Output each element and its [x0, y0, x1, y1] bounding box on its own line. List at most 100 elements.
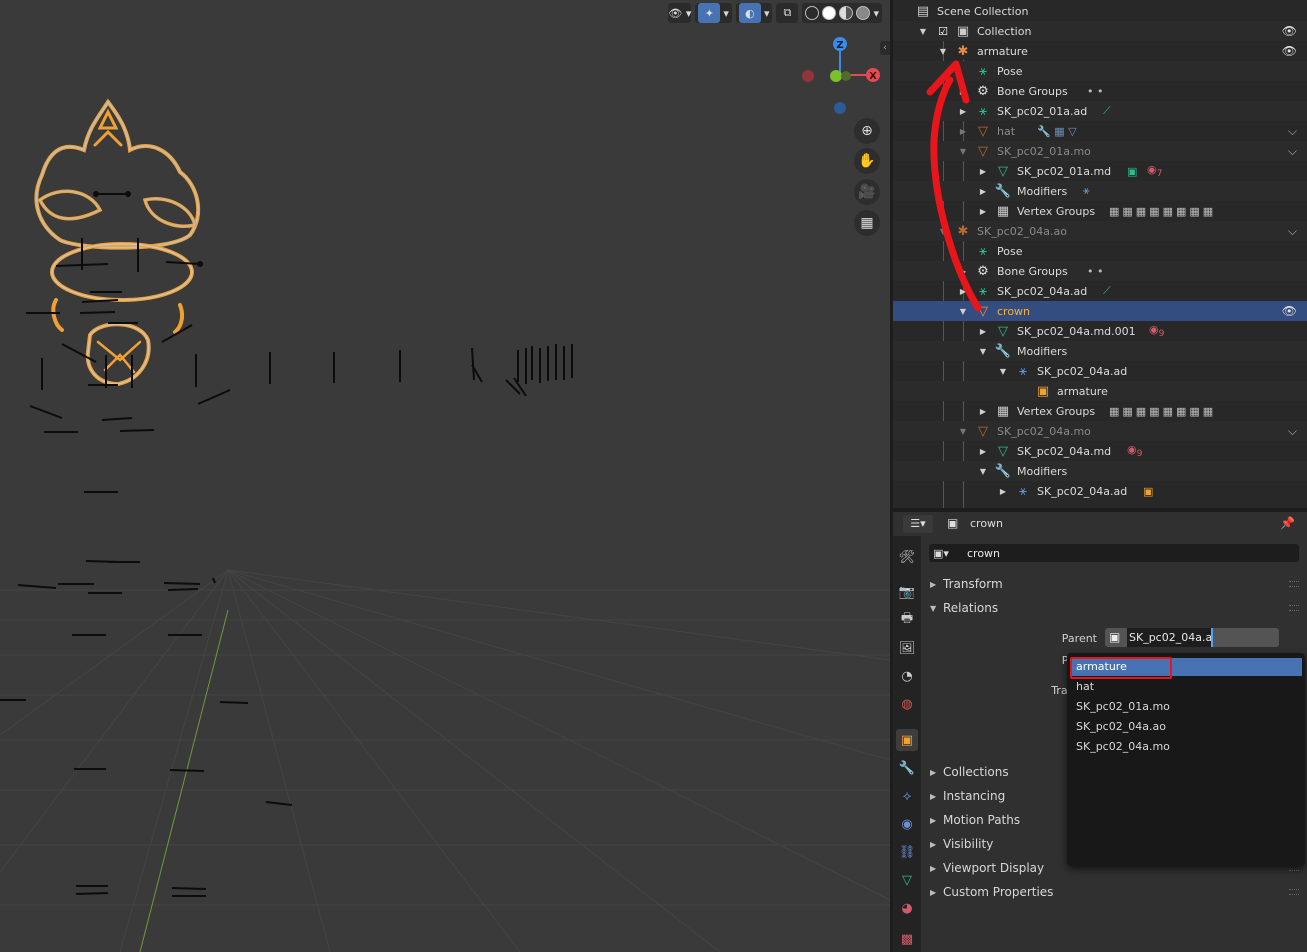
outliner-row-armature[interactable]: ▼ ✱ armature 👁	[893, 41, 1307, 61]
dropdown-option-sk-pc02-04a-ao[interactable]: SK_pc02_04a.ao	[1070, 718, 1302, 736]
expand-triangle-icon[interactable]: ▶	[957, 127, 969, 136]
dropdown-option-hat[interactable]: hat	[1070, 678, 1302, 696]
overlay-icon[interactable]: ◐	[738, 3, 761, 23]
outliner-row-sk-pc02-04a-md[interactable]: ▶ ▽ SK_pc02_04a.md ◉9	[893, 441, 1307, 461]
outliner-row-vertex-groups[interactable]: ▶ ▦ Vertex Groups ▦▦▦▦▦▦▦▦	[893, 401, 1307, 421]
outliner-row-armature-modifier[interactable]: ▼ ⚹ SK_pc02_04a.ad	[893, 361, 1307, 381]
render-tab-icon[interactable]: 📷	[896, 581, 918, 603]
material-shading-icon[interactable]	[839, 6, 854, 20]
parent-search-input[interactable]: SK_pc02_04a.ao	[1127, 628, 1213, 647]
outliner-row-bone-groups[interactable]: ▶ ⚙ Bone Groups • •	[893, 81, 1307, 101]
camera-icon[interactable]: 🎥	[854, 179, 880, 205]
object-tab-icon[interactable]: ▣	[896, 729, 918, 751]
modifier-tab-icon[interactable]: 🔧	[896, 757, 918, 779]
scene-tab-icon[interactable]: ◔	[896, 665, 918, 687]
panel-transform[interactable]: ▶ Transform	[921, 573, 1307, 595]
view-layer-tab-icon[interactable]: 🖼	[896, 637, 918, 659]
ortho-grid-icon[interactable]: ▦	[854, 210, 880, 236]
expand-triangle-icon[interactable]: ▶	[977, 447, 989, 456]
outliner-row-modifiers[interactable]: ▶ 🔧 Modifiers ⚹	[893, 181, 1307, 201]
expand-triangle-icon[interactable]: ▶	[997, 487, 1009, 496]
parent-field[interactable]: ▣ SK_pc02_04a.ao	[1105, 628, 1279, 647]
constraints-tab-icon[interactable]: ⛓	[896, 841, 918, 863]
outliner-row-sk-pc02-04a-md-001[interactable]: ▶ ▽ SK_pc02_04a.md.001 ◉9	[893, 321, 1307, 341]
expand-triangle-icon[interactable]: ▼	[957, 427, 969, 436]
drag-grip-icon[interactable]	[1289, 581, 1299, 587]
pan-hand-icon[interactable]: ✋	[854, 148, 880, 174]
editor-type-icon[interactable]: ☰▾	[903, 515, 933, 533]
outliner-row-sk-pc02-04a-ao[interactable]: ▼ ✱ SK_pc02_04a.ao ⌵	[893, 221, 1307, 241]
chevron-down-icon[interactable]: ⌵	[1288, 144, 1297, 159]
expand-triangle-icon[interactable]: ▶	[957, 267, 969, 276]
expand-triangle-icon[interactable]: ▶	[977, 407, 989, 416]
outliner-row-vertex-groups[interactable]: ▶ ▦ Vertex Groups ▦▦▦▦▦▦▦▦	[893, 201, 1307, 221]
expand-triangle-icon[interactable]: ▼	[957, 147, 969, 156]
sidebar-toggle-icon[interactable]: ‹	[880, 41, 890, 55]
wireframe-shading-icon[interactable]	[805, 6, 820, 20]
expand-triangle-icon[interactable]: ▼	[937, 47, 949, 56]
outliner-row-modifiers[interactable]: ▼ 🔧 Modifiers	[893, 461, 1307, 481]
outliner[interactable]: ▤ Scene Collection ▼ ☑ ▣ Collection 👁 ▼ …	[893, 0, 1307, 508]
dropdown-option-armature[interactable]: armature	[1070, 657, 1302, 679]
drag-grip-icon[interactable]	[1289, 605, 1299, 611]
expand-triangle-icon[interactable]: ▶	[977, 167, 989, 176]
parent-dropdown-menu[interactable]: armature hat SK_pc02_01a.mo SK_pc02_04a.…	[1067, 653, 1305, 866]
outliner-row-armature-target[interactable]: ▣ armature	[893, 381, 1307, 401]
eye-icon[interactable]: 👁	[1282, 44, 1297, 58]
particles-tab-icon[interactable]: ⟡	[896, 785, 918, 807]
checkbox-icon[interactable]: ☑	[935, 23, 951, 39]
solid-shading-icon[interactable]	[822, 6, 837, 20]
orientation-gizmo[interactable]: Z X	[802, 37, 880, 114]
view-object-types-icon[interactable]: 👁 ▾	[668, 3, 692, 23]
data-tab-icon[interactable]: ▽	[896, 869, 918, 891]
expand-triangle-icon[interactable]: ▶	[957, 87, 969, 96]
chevron-down-icon[interactable]: ▾	[873, 7, 879, 20]
expand-triangle-icon[interactable]: ▶	[977, 187, 989, 196]
zoom-icon[interactable]: ⊕	[854, 118, 880, 144]
outliner-row-crown[interactable]: ▼ ▽ crown 👁	[893, 301, 1307, 321]
outliner-row-pose[interactable]: ⚹ Pose	[893, 61, 1307, 81]
gizmo-icon[interactable]: ✦	[698, 3, 721, 23]
dropdown-option-sk-pc02-04a-mo[interactable]: SK_pc02_04a.mo	[1070, 738, 1302, 756]
outliner-row-sk-pc02-01a-ad[interactable]: ▶ ⚹ SK_pc02_01a.ad ⟋	[893, 101, 1307, 121]
chevron-down-icon[interactable]: ⌵	[1288, 124, 1297, 139]
expand-triangle-icon[interactable]: ▶	[957, 287, 969, 296]
expand-triangle-icon[interactable]: ▼	[957, 307, 969, 316]
object-name-field[interactable]: ▣▾ crown	[929, 544, 1299, 562]
outliner-row-sk-pc02-04a-mo[interactable]: ▼ ▽ SK_pc02_04a.mo ⌵	[893, 421, 1307, 441]
expand-triangle-icon[interactable]: ▼	[917, 27, 929, 36]
expand-triangle-icon[interactable]: ▼	[997, 367, 1009, 376]
crown-model[interactable]	[34, 98, 201, 387]
panel-relations[interactable]: ▼ Relations	[921, 597, 1307, 619]
chevron-down-icon[interactable]: ▾	[764, 7, 770, 20]
expand-triangle-icon[interactable]: ▼	[937, 227, 949, 236]
tool-tab-icon[interactable]: 🛠	[896, 546, 918, 568]
expand-triangle-icon[interactable]: ▶	[977, 207, 989, 216]
pin-icon[interactable]: 📌	[1280, 516, 1295, 530]
outliner-row-sk-pc02-01a-mo[interactable]: ▼ ▽ SK_pc02_01a.mo ⌵	[893, 141, 1307, 161]
outliner-row-scene-collection[interactable]: ▤ Scene Collection	[893, 1, 1307, 21]
rendered-shading-icon[interactable]	[856, 6, 871, 20]
chevron-down-icon[interactable]: ⌵	[1288, 224, 1297, 239]
expand-triangle-icon[interactable]: ▼	[977, 347, 989, 356]
expand-triangle-icon[interactable]: ▼	[977, 467, 989, 476]
eye-icon[interactable]: 👁	[1282, 24, 1297, 38]
eye-icon[interactable]: 👁	[1282, 304, 1297, 318]
outliner-row-collection[interactable]: ▼ ☑ ▣ Collection 👁	[893, 21, 1307, 41]
outliner-row-pose[interactable]: ⚹ Pose	[893, 241, 1307, 261]
output-tab-icon[interactable]: 🖶	[896, 609, 918, 631]
texture-tab-icon[interactable]: ▩	[896, 928, 918, 950]
expand-triangle-icon[interactable]: ▶	[957, 107, 969, 116]
outliner-row-armature-modifier[interactable]: ▶ ⚹ SK_pc02_04a.ad ▣	[893, 481, 1307, 501]
xray-icon[interactable]: ⧉	[776, 3, 799, 23]
outliner-row-modifiers[interactable]: ▼ 🔧 Modifiers	[893, 341, 1307, 361]
chevron-down-icon[interactable]: ⌵	[1288, 424, 1297, 439]
expand-triangle-icon[interactable]: ▶	[977, 327, 989, 336]
drag-grip-icon[interactable]	[1289, 889, 1299, 895]
outliner-row-sk-pc02-01a-md[interactable]: ▶ ▽ SK_pc02_01a.md ▣ ◉7	[893, 161, 1307, 181]
chevron-down-icon[interactable]: ▾	[723, 7, 729, 20]
viewport-scene[interactable]: Z X	[0, 0, 890, 952]
physics-tab-icon[interactable]: ◉	[896, 813, 918, 835]
material-tab-icon[interactable]: ◕	[896, 897, 918, 919]
3d-viewport[interactable]: Z X 👁 ▾ ✦ ▾ ◐ ▾ ⧉ ▾ ‹ ⊕ ✋ 🎥 ▦	[0, 0, 890, 952]
